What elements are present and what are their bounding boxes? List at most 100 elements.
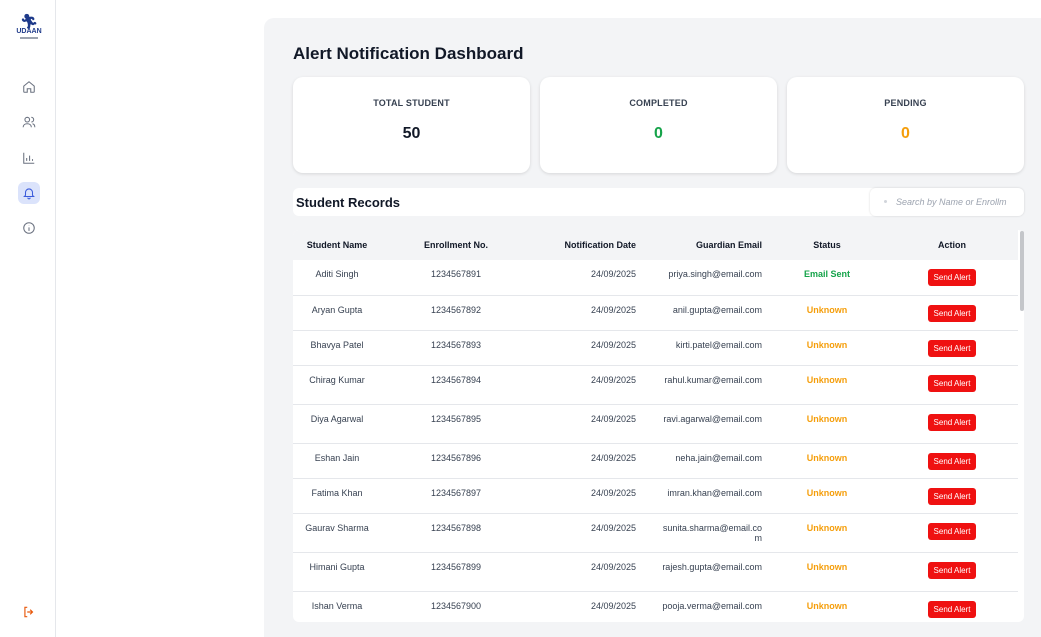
guardian-email-text: sunita.sharma@email.com bbox=[662, 522, 762, 543]
bar-chart-icon bbox=[23, 152, 35, 164]
cell-student-name: Ishan Verma bbox=[311, 600, 363, 611]
cell-student-name: Aryan Gupta bbox=[311, 304, 363, 315]
records-title: Student Records bbox=[296, 195, 401, 210]
cell-notification-date: 24/09/2025 bbox=[590, 413, 636, 424]
cell-status: Email Sent bbox=[803, 269, 850, 279]
cell-enrollment: 1234567893 bbox=[430, 339, 482, 350]
student-table-container: Student Name Enrollment No. Notification… bbox=[293, 230, 1024, 622]
stat-value: 0 bbox=[901, 125, 910, 142]
guardian-email-text: pooja.verma@email.com bbox=[662, 600, 762, 611]
cell-status: Unknown bbox=[806, 522, 848, 533]
guardian-email-text: rahul.kumar@email.com bbox=[664, 374, 762, 385]
cell-notification-date: 24/09/2025 bbox=[590, 269, 636, 279]
cell-student-name: Bhavya Patel bbox=[310, 339, 364, 350]
sidebar-item-alerts[interactable] bbox=[18, 182, 40, 204]
cell-guardian-email: kirti.patel@email.com bbox=[646, 330, 768, 365]
search-input[interactable] bbox=[896, 194, 1020, 210]
cell-action: Send Alert bbox=[886, 295, 1018, 330]
cell-notification-date: 24/09/2025 bbox=[590, 600, 636, 611]
table-header-row: Student Name Enrollment No. Notification… bbox=[293, 230, 1018, 260]
cell-student-name: Chirag Kumar bbox=[309, 374, 365, 385]
cell-guardian-email: anil.gupta@email.com bbox=[646, 295, 768, 330]
logout-button[interactable] bbox=[18, 601, 40, 623]
column-header[interactable]: Notification Date bbox=[531, 230, 646, 260]
cell-guardian-email: neha.jain@email.com bbox=[646, 443, 768, 478]
table-scrollbar[interactable] bbox=[1020, 231, 1024, 311]
cell-notification-date: 24/09/2025 bbox=[590, 374, 636, 385]
send-alert-button[interactable]: Send Alert bbox=[927, 374, 977, 392]
cell-student-name: Eshan Jain bbox=[314, 452, 360, 463]
send-alert-button[interactable]: Send Alert bbox=[927, 561, 977, 579]
column-header[interactable]: Student Name bbox=[293, 230, 381, 260]
send-alert-button[interactable]: Send Alert bbox=[927, 600, 977, 618]
logo-subtitle bbox=[20, 37, 38, 39]
cell-status: Unknown bbox=[806, 413, 848, 424]
sidebar-item-info[interactable] bbox=[18, 217, 40, 239]
cell-status: Unknown bbox=[806, 487, 848, 498]
table-row: Bhavya Patel 1234567893 24/09/2025 kirti.pa… bbox=[293, 330, 1018, 365]
table-row: Aditi Singh 1234567891 24/09/2025 priya.sin… bbox=[293, 260, 1018, 295]
sidebar: 🏃︎ UDAAN bbox=[0, 0, 56, 637]
guardian-email-text: ravi.agarwal@email.com bbox=[663, 413, 762, 424]
cell-notification-date: 24/09/2025 bbox=[590, 487, 636, 498]
cell-enrollment: 1234567895 bbox=[430, 413, 482, 424]
send-alert-button[interactable]: Send Alert bbox=[927, 339, 977, 357]
guardian-email-text: kirti.patel@email.com bbox=[675, 339, 762, 350]
cell-action: Send Alert bbox=[886, 330, 1018, 365]
guardian-email-text: anil.gupta@email.com bbox=[672, 304, 762, 315]
cell-guardian-email: sunita.sharma@email.com bbox=[646, 513, 768, 552]
send-alert-button[interactable]: Send Alert bbox=[927, 522, 977, 540]
cell-enrollment: 1234567897 bbox=[430, 487, 482, 498]
table-row: Fatima Khan 1234567897 24/09/2025 imran.kha… bbox=[293, 478, 1018, 513]
cell-student-name: Gaurav Sharma bbox=[305, 522, 369, 533]
cell-status: Unknown bbox=[806, 452, 848, 463]
cell-notification-date: 24/09/2025 bbox=[590, 339, 636, 350]
records-header: Student Records bbox=[293, 188, 1024, 216]
cell-enrollment: 1234567894 bbox=[430, 374, 482, 385]
cell-action: Send Alert bbox=[886, 443, 1018, 478]
table-row: Eshan Jain 1234567896 24/09/2025 neha.jain@… bbox=[293, 443, 1018, 478]
cell-guardian-email: imran.khan@email.com bbox=[646, 478, 768, 513]
cell-action: Send Alert bbox=[886, 260, 1018, 295]
send-alert-button[interactable]: Send Alert bbox=[927, 269, 977, 286]
cell-action: Send Alert bbox=[886, 365, 1018, 404]
cell-enrollment: 1234567900 bbox=[430, 600, 482, 611]
stat-label: TOTAL STUDENT bbox=[373, 98, 450, 108]
logout-icon bbox=[24, 606, 34, 618]
logo-text: UDAAN bbox=[16, 28, 42, 35]
cell-guardian-email: ravi.agarwal@email.com bbox=[646, 404, 768, 443]
cell-enrollment: 1234567896 bbox=[430, 452, 482, 463]
udaan-logo[interactable]: 🏃︎ UDAAN bbox=[14, 14, 44, 44]
cell-status: Unknown bbox=[806, 600, 848, 611]
search-box[interactable] bbox=[870, 188, 1024, 216]
sidebar-item-reports[interactable] bbox=[18, 147, 40, 169]
column-header[interactable]: Guardian Email bbox=[646, 230, 768, 260]
stat-card-total: TOTAL STUDENT 50 bbox=[293, 77, 530, 173]
bell-icon bbox=[23, 188, 35, 200]
column-header[interactable]: Enrollment No. bbox=[381, 230, 531, 260]
column-header[interactable]: Action bbox=[886, 230, 1018, 260]
home-icon bbox=[23, 81, 35, 93]
send-alert-button[interactable]: Send Alert bbox=[927, 487, 977, 505]
cell-action: Send Alert bbox=[886, 404, 1018, 443]
send-alert-button[interactable]: Send Alert bbox=[927, 452, 977, 470]
table-row: Gaurav Sharma 1234567898 24/09/2025 sunita.… bbox=[293, 513, 1018, 552]
page-title: Alert Notification Dashboard bbox=[293, 44, 524, 63]
send-alert-button[interactable]: Send Alert bbox=[927, 304, 977, 322]
cell-guardian-email: rahul.kumar@email.com bbox=[646, 365, 768, 404]
cell-notification-date: 24/09/2025 bbox=[590, 561, 636, 572]
cell-notification-date: 24/09/2025 bbox=[590, 522, 636, 533]
cell-enrollment: 1234567899 bbox=[430, 561, 482, 572]
main-content: Alert Notification Dashboard TOTAL STUDE… bbox=[264, 18, 1041, 637]
users-icon bbox=[22, 116, 36, 128]
sidebar-item-home[interactable] bbox=[18, 76, 40, 98]
table-row: Himani Gupta 1234567899 24/09/2025 rajesh.g… bbox=[293, 552, 1018, 591]
stat-card-pending: PENDING 0 bbox=[787, 77, 1024, 173]
sidebar-item-users[interactable] bbox=[18, 111, 40, 133]
cell-action: Send Alert bbox=[886, 513, 1018, 552]
cell-status: Unknown bbox=[806, 304, 848, 315]
column-header[interactable]: Status bbox=[768, 230, 886, 260]
stat-value: 50 bbox=[402, 125, 421, 142]
send-alert-button[interactable]: Send Alert bbox=[927, 413, 977, 431]
cell-student-name: Fatima Khan bbox=[311, 487, 363, 498]
